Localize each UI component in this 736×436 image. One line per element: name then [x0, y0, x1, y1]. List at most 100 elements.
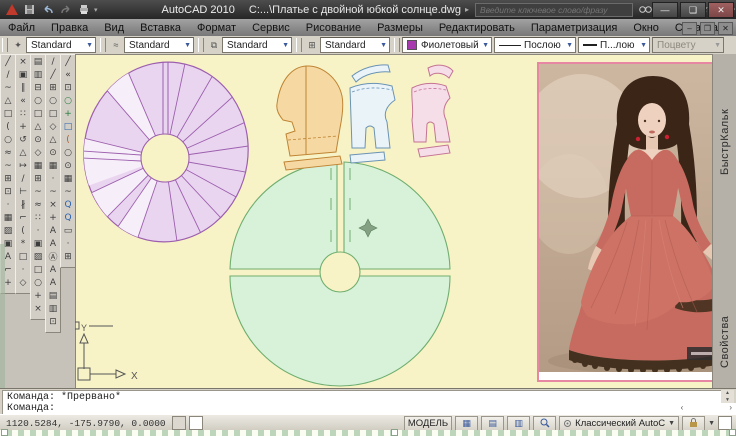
- tool-icon[interactable]: ▤: [32, 55, 45, 68]
- qat-dropdown-icon[interactable]: ▾: [94, 6, 98, 14]
- maximize-button[interactable]: ❑: [680, 2, 706, 18]
- tool-icon[interactable]: ○: [32, 94, 45, 107]
- menu-item[interactable]: Рисование: [298, 20, 369, 35]
- autocad-logo-icon[interactable]: [4, 3, 19, 16]
- tool-icon[interactable]: +: [17, 120, 30, 133]
- doc-minimize-button[interactable]: –: [682, 22, 697, 35]
- tool-icon[interactable]: ▨: [32, 250, 45, 263]
- tool-icon[interactable]: ∷: [32, 211, 45, 224]
- dim-style-combo[interactable]: Standard▼: [222, 37, 292, 53]
- table-style-combo[interactable]: Standard▼: [320, 37, 390, 53]
- tool-icon[interactable]: ⊞: [62, 250, 75, 263]
- tool-icon[interactable]: ∥: [17, 81, 30, 94]
- tool-icon[interactable]: ·: [2, 198, 15, 211]
- tool-icon[interactable]: ≈: [2, 146, 15, 159]
- tool-icon[interactable]: □: [32, 263, 45, 276]
- tab-properties[interactable]: Свойства: [713, 292, 736, 392]
- workspace-switcher[interactable]: Классический AutoC ▼: [559, 416, 679, 431]
- tool-icon[interactable]: ×: [47, 198, 60, 211]
- tool-icon[interactable]: ▥: [47, 302, 60, 315]
- tool-icon[interactable]: ⊞: [2, 172, 15, 185]
- tool-icon[interactable]: A: [47, 224, 60, 237]
- tool-icon[interactable]: ○: [47, 94, 60, 107]
- tool-icon[interactable]: △: [17, 146, 30, 159]
- tool-icon[interactable]: ⊡: [62, 81, 75, 94]
- save-icon[interactable]: [22, 3, 37, 16]
- status-menu-icon[interactable]: ▼: [708, 420, 715, 427]
- tool-icon[interactable]: ▣: [17, 68, 30, 81]
- layout1-icon[interactable]: ▤: [481, 416, 504, 431]
- tool-icon[interactable]: (: [62, 133, 75, 146]
- menu-item[interactable]: Вид: [96, 20, 132, 35]
- tool-icon[interactable]: ○: [2, 133, 15, 146]
- tool-icon[interactable]: A: [47, 237, 60, 250]
- tool-icon[interactable]: ~: [62, 185, 75, 198]
- search-binoculars-icon[interactable]: [639, 3, 652, 16]
- tool-icon[interactable]: /: [17, 172, 30, 185]
- layer-icon[interactable]: ✦: [10, 38, 26, 52]
- tab-quickcalc[interactable]: БыстрКальк: [713, 74, 736, 209]
- model-space-icon[interactable]: ▦: [455, 416, 478, 431]
- tool-icon[interactable]: ▦: [47, 159, 60, 172]
- menu-item[interactable]: Файл: [0, 20, 43, 35]
- tool-icon[interactable]: □: [47, 107, 60, 120]
- text-style-icon[interactable]: ≈: [108, 38, 124, 52]
- text-style-combo[interactable]: Standard▼: [124, 37, 194, 53]
- tool-icon[interactable]: A: [47, 263, 60, 276]
- tool-icon[interactable]: □: [62, 120, 75, 133]
- tool-icon[interactable]: □: [17, 250, 30, 263]
- menu-item[interactable]: Сервис: [244, 20, 298, 35]
- tool-icon[interactable]: ⊙: [32, 133, 45, 146]
- tool-icon[interactable]: ▥: [32, 68, 45, 81]
- tool-icon[interactable]: ◇: [32, 146, 45, 159]
- title-expand-icon[interactable]: ▸: [465, 5, 469, 14]
- bodice-back-pattern[interactable]: [412, 65, 453, 157]
- tool-icon[interactable]: □: [2, 107, 15, 120]
- tool-icon[interactable]: ·: [62, 237, 75, 250]
- lineweight-combo[interactable]: П...лою▼: [578, 37, 650, 53]
- tool-icon[interactable]: ⌐: [17, 211, 30, 224]
- tool-icon[interactable]: △: [32, 120, 45, 133]
- menu-item[interactable]: Правка: [43, 20, 96, 35]
- tool-icon[interactable]: ⊙: [47, 146, 60, 159]
- tool-icon[interactable]: △: [2, 94, 15, 107]
- undo-icon[interactable]: [40, 3, 55, 16]
- menu-item[interactable]: Параметризация: [523, 20, 625, 35]
- toolbar-grip[interactable]: [198, 38, 204, 52]
- tool-icon[interactable]: ↦: [17, 159, 30, 172]
- snap-toggle[interactable]: [172, 416, 186, 430]
- reference-photo[interactable]: [537, 62, 736, 382]
- tool-icon[interactable]: ○: [62, 146, 75, 159]
- tool-icon[interactable]: ·: [32, 224, 45, 237]
- help-search-input[interactable]: [475, 3, 633, 17]
- tool-icon[interactable]: ⊞: [32, 172, 45, 185]
- tool-icon[interactable]: ▦: [62, 172, 75, 185]
- tool-icon[interactable]: ⊡: [47, 315, 60, 328]
- sleeve-pattern[interactable]: [277, 66, 343, 170]
- layer-combo[interactable]: Standard▼: [26, 37, 96, 53]
- tool-icon[interactable]: ⊡: [2, 185, 15, 198]
- tool-icon[interactable]: ▤: [47, 289, 60, 302]
- tool-icon[interactable]: ∦: [17, 198, 30, 211]
- tool-icon[interactable]: ×: [32, 302, 45, 315]
- print-icon[interactable]: [76, 3, 91, 16]
- tool-icon[interactable]: ×: [17, 55, 30, 68]
- command-hscroll[interactable]: ‹›: [681, 403, 732, 412]
- tool-icon[interactable]: □: [32, 107, 45, 120]
- toolbar-grip[interactable]: [100, 38, 106, 52]
- doc-close-button[interactable]: ✕: [718, 22, 733, 35]
- tool-icon[interactable]: «: [17, 94, 30, 107]
- tool-icon[interactable]: ↺: [17, 133, 30, 146]
- tool-icon[interactable]: +: [62, 107, 75, 120]
- doc-restore-button[interactable]: ❐: [700, 22, 715, 35]
- grid-toggle[interactable]: [189, 416, 203, 430]
- menu-item[interactable]: Редактировать: [431, 20, 523, 35]
- coordinates-readout[interactable]: 1120.5284, -175.9790, 0.0000: [0, 418, 172, 429]
- tool-icon[interactable]: +: [32, 289, 45, 302]
- bodice-front-pattern[interactable]: [350, 65, 395, 163]
- tool-icon[interactable]: ∷: [17, 107, 30, 120]
- menu-item[interactable]: Формат: [189, 20, 244, 35]
- minimize-button[interactable]: —: [652, 2, 678, 18]
- tool-icon[interactable]: ╱: [47, 68, 60, 81]
- tool-icon[interactable]: ▭: [62, 224, 75, 237]
